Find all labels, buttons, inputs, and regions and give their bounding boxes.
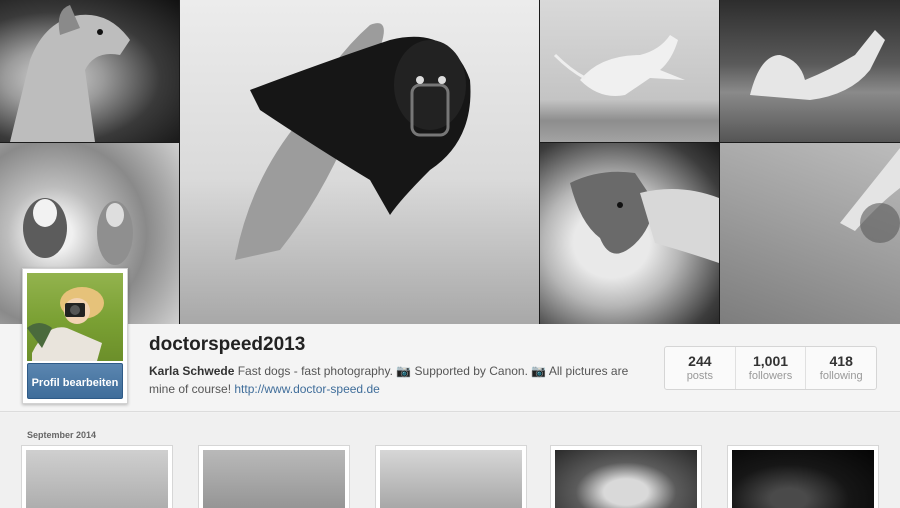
cover-photo-dog-leg-sand[interactable] [720,143,900,324]
stat-posts-value: 244 [688,353,712,369]
dog-running-thumb-icon [203,450,345,508]
dog-jumping-icon [553,35,685,96]
profile-bio: Karla Schwede Fast dogs - fast photograp… [149,362,649,398]
cover-photo-whippet-portrait[interactable] [0,0,179,142]
stat-following-value: 418 [829,353,853,369]
timeline-photo-1[interactable] [21,445,173,508]
cover-mosaic [0,0,900,324]
timeline-photo-2[interactable] [198,445,350,508]
stat-following-label: following [819,370,863,382]
profile-stats: 244 posts 1,001 followers 418 following [664,346,877,390]
dog-portrait-thumb-icon [555,450,697,508]
timeline-photo-4[interactable] [550,445,702,508]
timeline-photo-3[interactable] [375,445,527,508]
racing-greyhounds-icon [235,23,471,260]
photographer-avatar-icon [27,287,104,361]
timeline-month-label: September 2014 [27,430,97,440]
stat-followers-label: followers [748,370,793,382]
stat-followers-value: 1,001 [752,353,789,369]
dog-jumping-thumb-icon [26,450,168,508]
stat-posts[interactable]: 244 posts [665,347,736,389]
dark-dog-thumb-icon [732,450,874,508]
cover-photo-dog-jumping[interactable] [540,0,719,142]
profile-website-link[interactable]: http://www.doctor-speed.de [234,382,379,396]
cover-photo-dog-rolling-grass[interactable] [720,0,900,142]
two-dogs-thumb-icon [380,450,522,508]
cover-photo-dog-on-sheepskin[interactable] [540,143,719,324]
whippet-portrait-icon [10,5,130,142]
profile-avatar-card: Profil bearbeiten [22,268,128,404]
timeline-photo-5[interactable] [727,445,879,508]
profile-username: doctorspeed2013 [149,334,306,355]
stat-following[interactable]: 418 following [806,347,876,389]
stat-posts-label: posts [686,370,713,382]
dog-leg-sand-icon [840,148,900,243]
profile-full-name: Karla Schwede [149,364,235,378]
dog-rolling-grass-icon [750,30,885,100]
avatar[interactable] [27,273,123,361]
cover-photo-racing-greyhounds[interactable] [180,0,539,324]
stat-followers[interactable]: 1,001 followers [736,347,807,389]
edit-profile-button[interactable]: Profil bearbeiten [27,363,123,399]
dog-on-sheepskin-icon [570,171,719,263]
